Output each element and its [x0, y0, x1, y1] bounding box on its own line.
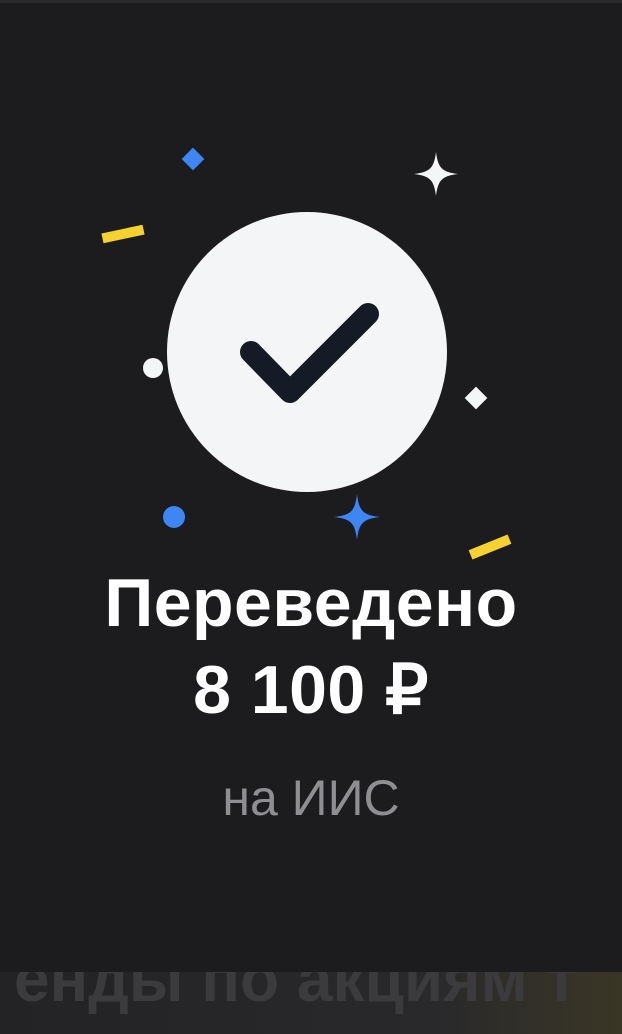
blue-sparkle-confetti-icon — [334, 494, 380, 540]
white-dot-confetti-icon — [143, 358, 163, 378]
success-circle — [167, 212, 447, 492]
transfer-success-screen: Переведено 8 100 ₽ на ИИС енды по акциям… — [0, 0, 622, 1034]
white-diamond-confetti-icon — [464, 386, 488, 410]
underlying-content-peek: енды по акциям т — [0, 972, 622, 1034]
transfer-destination: на ИИС — [222, 770, 400, 826]
success-illustration — [0, 0, 622, 580]
blue-diamond-confetti-icon — [181, 147, 205, 171]
status-title: Переведено — [104, 565, 518, 641]
transfer-amount: 8 100 ₽ — [193, 652, 429, 728]
yellow-strip-confetti-icon — [468, 534, 512, 560]
yellow-strip-confetti-icon — [101, 224, 145, 244]
white-sparkle-confetti-icon — [414, 152, 458, 196]
checkmark-icon — [240, 303, 379, 403]
blue-dot-confetti-icon — [163, 506, 185, 528]
underlying-content-text: енды по акциям т — [14, 972, 577, 1015]
